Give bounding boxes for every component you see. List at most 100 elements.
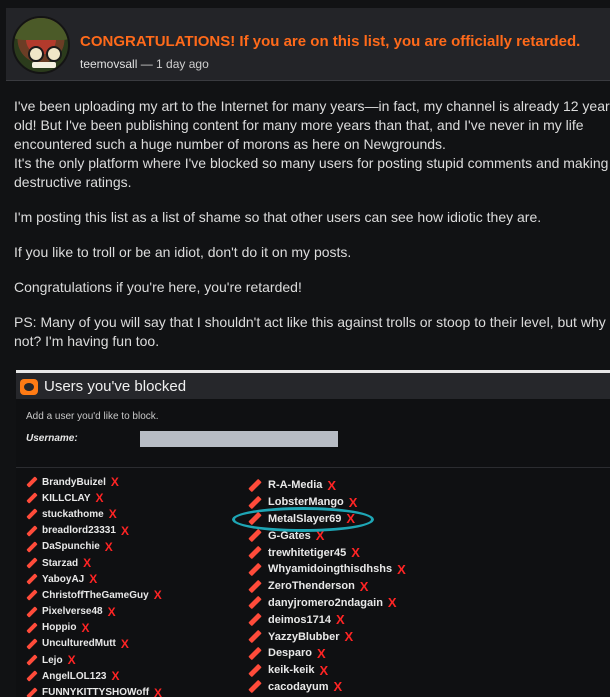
blocked-username[interactable]: Lejo [42,655,63,666]
remove-icon[interactable]: X [154,686,162,697]
remove-icon[interactable]: X [81,621,89,635]
remove-icon[interactable]: X [109,507,117,521]
blocked-username[interactable]: danyjromero2ndagain [268,597,383,609]
remove-icon[interactable]: X [397,562,406,577]
blocked-username[interactable]: cacodayum [268,681,329,693]
blocked-username[interactable]: R-A-Media [268,479,322,491]
pencil-icon[interactable] [26,686,38,697]
blocked-user-item: Desparo X [248,645,406,662]
remove-icon[interactable]: X [83,556,91,570]
body-line: encountered such a huge number of morons… [14,136,446,152]
blocked-username[interactable]: Whyamidoingthisdhshs [268,563,392,575]
remove-icon[interactable]: X [351,545,360,560]
blocked-user-item: deimos1714 X [248,611,406,628]
pencil-icon[interactable] [26,622,38,634]
pencil-icon[interactable] [26,508,38,521]
blocked-username[interactable]: Starzad [42,558,78,569]
blocked-user-item: breadlord23331 X [26,523,162,539]
blocked-username[interactable]: stuckathome [42,509,104,520]
pencil-icon[interactable] [26,605,38,618]
remove-icon[interactable]: X [105,540,113,554]
blocked-username[interactable]: AngelLOL123 [42,671,106,682]
blocked-username[interactable]: Pixelverse48 [42,606,103,617]
blocked-username[interactable]: UnculturedMutt [42,638,116,649]
pencil-icon[interactable] [26,557,38,569]
username-input[interactable] [140,431,338,447]
blocked-user-item: DaSpunchie X [26,539,162,555]
remove-icon[interactable]: X [96,491,104,505]
blocked-username[interactable]: Hoppio [42,622,76,633]
pencil-icon[interactable] [248,680,262,694]
pencil-icon[interactable] [248,663,262,677]
pencil-icon[interactable] [248,596,262,610]
blocked-user-item: trewhitetiger45 X [248,544,406,561]
blocked-username[interactable]: KILLCLAY [42,493,91,504]
author-link[interactable]: teemovsall [80,57,137,71]
pencil-icon[interactable] [26,638,38,650]
blocked-user-item: danyjromero2ndagain X [248,595,406,612]
pencil-icon[interactable] [248,495,262,509]
blocked-username[interactable]: Desparo [268,647,312,659]
pencil-icon[interactable] [248,629,262,644]
remove-icon[interactable]: X [360,579,369,594]
pencil-icon[interactable] [248,613,262,627]
blocked-username[interactable]: trewhitetiger45 [268,547,346,559]
pencil-icon[interactable] [26,524,38,537]
blocked-username[interactable]: breadlord23331 [42,525,116,536]
blocked-user-item: keik-keik X [248,662,406,679]
pencil-icon[interactable] [248,478,262,493]
pencil-icon[interactable] [26,541,38,553]
post-time: 1 day ago [156,57,209,71]
meta-separator: — [140,57,157,71]
post-body: I've been uploading my art to the Intern… [14,97,610,351]
remove-icon[interactable]: X [345,629,354,644]
body-line: I'm posting this list as a list of shame… [14,209,542,225]
body-line: not? I'm having fun too. [14,333,160,349]
remove-icon[interactable]: X [336,612,345,627]
pencil-icon[interactable] [248,562,262,577]
remove-icon[interactable]: X [108,605,116,619]
remove-icon[interactable]: X [121,524,129,538]
blocked-username[interactable]: ZeroThenderson [268,580,355,592]
blocked-username[interactable]: BrandyBuizel [42,477,106,488]
blocked-username[interactable]: keik-keik [268,664,314,676]
pencil-icon[interactable] [26,492,38,504]
pencil-icon[interactable] [26,589,38,602]
remove-icon[interactable]: X [89,572,97,586]
avatar[interactable] [12,16,70,74]
body-line: It's the only platform where I've blocke… [14,155,609,171]
remove-icon[interactable]: X [68,653,76,667]
pencil-icon[interactable] [248,545,262,560]
pencil-icon[interactable] [26,476,38,488]
pencil-icon[interactable] [26,670,38,683]
pencil-icon[interactable] [26,573,38,585]
body-line: If you like to troll or be an idiot, don… [14,244,352,260]
remove-icon[interactable]: X [319,663,328,678]
panel-titlebar: Users you've blocked [16,370,610,399]
remove-icon[interactable]: X [111,669,119,683]
remove-icon[interactable]: X [121,637,129,651]
pencil-icon[interactable] [248,529,262,543]
blocked-username[interactable]: YaboyAJ [42,574,84,585]
remove-icon[interactable]: X [317,646,326,661]
remove-icon[interactable]: X [154,588,162,602]
remove-icon[interactable]: X [334,679,343,694]
blocked-user-item: Pixelverse48 X [26,604,162,620]
pencil-icon[interactable] [248,579,262,593]
blocked-username[interactable]: ChristoffTheGameGuy [42,590,149,601]
remove-icon[interactable]: X [327,478,336,493]
blocked-username[interactable]: YazzyBlubber [268,631,340,643]
blocked-username[interactable]: DaSpunchie [42,541,100,552]
body-line: PS: Many of you will say that I shouldn'… [14,314,606,330]
pencil-icon[interactable] [248,646,262,661]
pencil-icon[interactable] [26,654,38,666]
post-title[interactable]: CONGRATULATIONS! If you are on this list… [80,33,580,50]
remove-icon[interactable]: X [349,495,358,510]
remove-icon[interactable]: X [111,475,119,489]
remove-icon[interactable]: X [388,595,397,610]
blocked-username[interactable]: deimos1714 [268,614,331,626]
blocked-username[interactable]: FUNNYKITTYSHOWoff [42,687,149,697]
